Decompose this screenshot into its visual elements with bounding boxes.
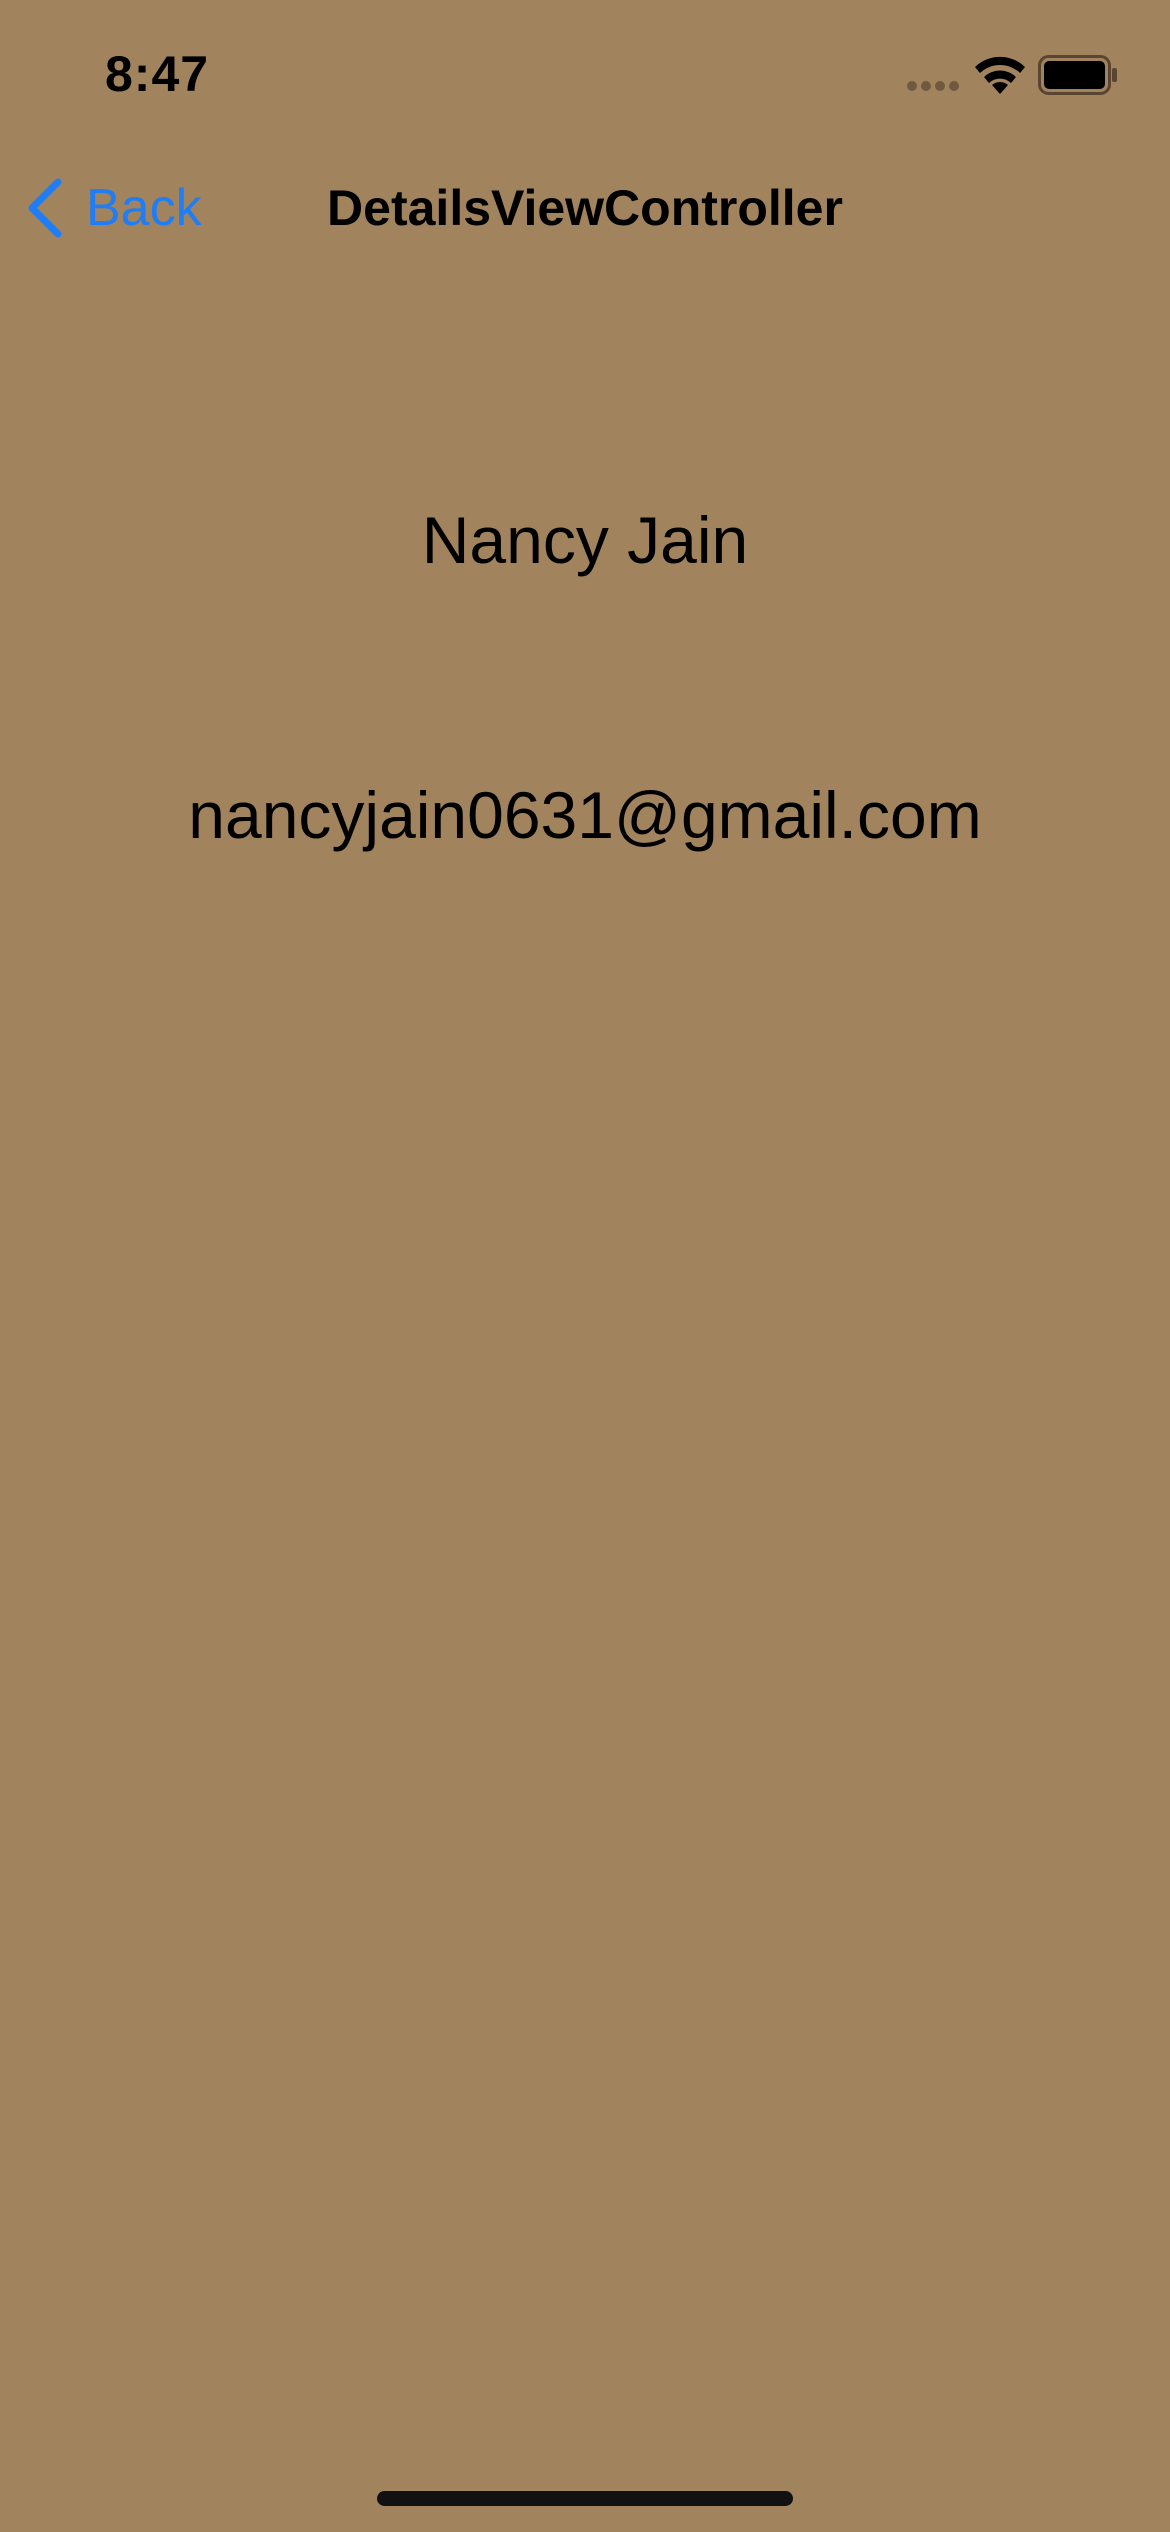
email-label: nancyjain0631@gmail.com xyxy=(188,778,982,852)
home-indicator[interactable] xyxy=(377,2491,793,2506)
back-label: Back xyxy=(86,179,202,237)
signal-dots-icon xyxy=(907,81,959,91)
navigation-bar: DetailsViewController Back xyxy=(0,160,1170,256)
status-time: 8:47 xyxy=(105,46,210,102)
wifi-icon xyxy=(975,56,1025,94)
battery-icon xyxy=(1038,55,1117,95)
chevron-left-icon xyxy=(28,178,62,238)
details-screen: 8:47 DetailsViewController Back Nancy Ja… xyxy=(0,0,1170,2532)
status-bar: 8:47 xyxy=(0,0,1170,140)
back-button[interactable]: Back xyxy=(24,176,202,240)
name-label: Nancy Jain xyxy=(421,503,749,577)
